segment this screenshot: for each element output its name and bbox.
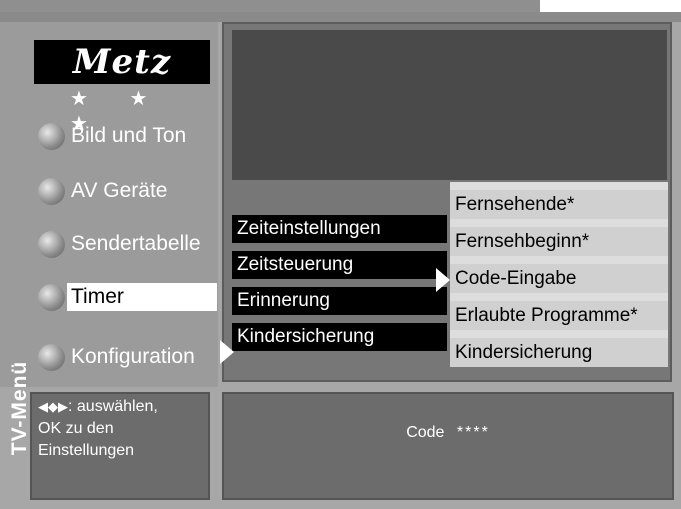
logo-brand: Metz (72, 42, 172, 82)
pointer-arrow-icon (436, 268, 450, 292)
submenu-kindersicherung[interactable]: Kindersicherung (232, 323, 447, 351)
help-line-2: OK zu den (38, 420, 114, 437)
pointer-arrow-icon (220, 340, 234, 364)
help-panel: ◀◆▶: auswählen, OK zu den Einstellungen (30, 392, 210, 500)
preview-area (232, 30, 667, 180)
code-label: Code (406, 424, 445, 441)
nav-arrows-icon: ◀◆▶ (38, 399, 68, 414)
bulb-icon (38, 283, 65, 311)
top-bar (0, 12, 681, 22)
bulb-icon (38, 177, 65, 205)
option-kindersicherung[interactable]: Kindersicherung (450, 338, 668, 367)
menu-item-sendertabelle[interactable]: Sendertabelle (38, 225, 201, 263)
option-fernsehbeginn[interactable]: Fernsehbeginn* (450, 227, 668, 256)
side-tag: TV-Menü (2, 322, 31, 498)
option-fernsehende[interactable]: Fernsehende* (450, 190, 668, 219)
bulb-icon (38, 230, 65, 258)
code-entry-panel[interactable]: Code **** (222, 392, 674, 500)
menu-label: Sendertabelle (71, 232, 201, 255)
menu-item-bild-und-ton[interactable]: Bild und Ton (38, 117, 186, 155)
submenu-zeitsteuerung[interactable]: Zeitsteuerung (232, 251, 447, 279)
tv-menu-screen: Metz ★ ★ ★ Bild und Ton AV Geräte Sender… (0, 0, 681, 509)
options-list: Fernsehende* Fernsehbeginn* Code-Eingabe… (450, 182, 668, 367)
menu-item-timer[interactable]: Timer (38, 278, 217, 316)
menu-label: Timer (67, 283, 217, 311)
menu-label: Konfiguration (71, 345, 195, 368)
menu-item-av-geraete[interactable]: AV Geräte (38, 172, 168, 210)
menu-label: Bild und Ton (71, 124, 187, 147)
menu-item-konfiguration[interactable]: Konfiguration (38, 338, 195, 376)
metz-logo: Metz (34, 40, 210, 84)
side-tag-label: TV-Menü (8, 360, 31, 456)
help-line-1: ◀◆▶: auswählen, (38, 398, 158, 415)
option-code-eingabe[interactable]: Code-Eingabe (450, 264, 668, 293)
bulb-icon (38, 343, 65, 371)
option-erlaubte-programme[interactable]: Erlaubte Programme* (450, 301, 668, 330)
top-strip (0, 0, 540, 12)
bulb-icon (38, 122, 65, 150)
help-line-3: Einstellungen (38, 442, 135, 459)
submenu-erinnerung[interactable]: Erinnerung (232, 287, 447, 315)
submenu-zeiteinstellungen[interactable]: Zeiteinstellungen (232, 215, 447, 243)
code-value: **** (456, 424, 490, 441)
submenu-list: Zeiteinstellungen Zeitsteuerung Erinneru… (232, 215, 447, 359)
menu-label: AV Geräte (71, 179, 168, 202)
